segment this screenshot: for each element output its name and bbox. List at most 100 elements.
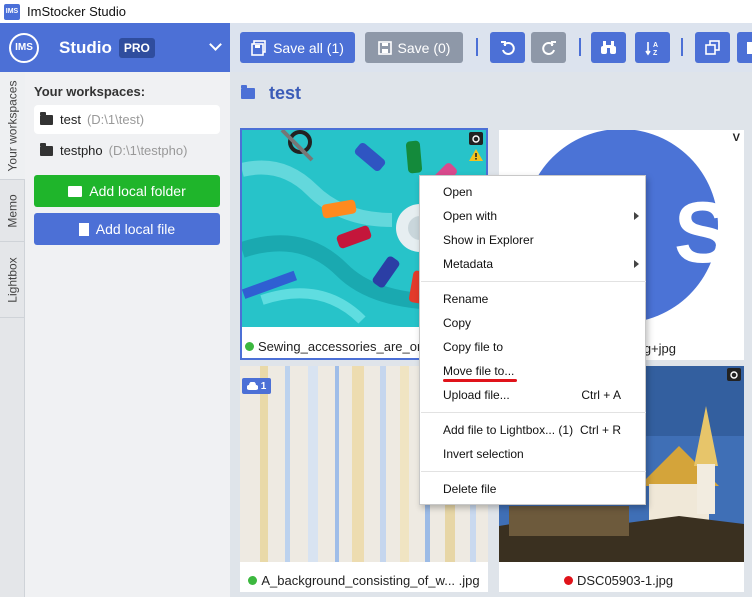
add-local-file-button[interactable]: Add local file [34,213,220,245]
tab-label: Memo [5,193,20,228]
upload-count-badge: 1 [242,378,271,394]
studio-label: Studio [59,37,112,57]
folder-icon [241,85,255,99]
menu-item-open[interactable]: Open [420,180,645,204]
sort-button[interactable]: AZ [635,32,670,63]
menu-item-label: Copy file to [443,340,504,354]
more-toolbar-button[interactable] [737,32,752,63]
redo-icon [541,40,556,55]
toolbar-divider [681,38,683,56]
app-window: IMS ImStocker Studio IMS Studio PRO Save… [0,0,752,597]
menu-item-label: Delete file [443,482,497,496]
menu-item-label: Rename [443,292,489,306]
menu-item-label: Upload file... [443,388,510,402]
submenu-arrow-icon [634,260,639,268]
save-all-button[interactable]: Save all (1) [240,32,355,63]
toolbar-divider [579,38,581,56]
file-name: A_background_consisting_of_w... .jpg [240,569,488,592]
app-icon: IMS [4,3,20,20]
camera-icon [727,368,741,381]
s-logo-letter: S [674,185,731,281]
side-tabs: Your workspaces Memo Lightbox [0,72,25,597]
highlight-underline [443,379,517,382]
workspace-name: test [60,112,81,127]
menu-item-metadata[interactable]: Metadata [420,252,645,276]
submenu-arrow-icon [634,212,639,220]
add-local-folder-button[interactable]: Add local folder [34,175,220,207]
tab-your-workspaces[interactable]: Your workspaces [0,72,25,180]
find-button[interactable] [591,32,626,63]
duplicate-button[interactable] [695,32,730,63]
workspace-item-test[interactable]: test (D:\1\test) [34,105,220,134]
redo-button[interactable] [531,32,566,63]
folder-open-icon [68,185,83,197]
folder-icon [40,142,53,156]
menu-item-rename[interactable]: Rename [420,287,645,311]
save-all-icon [251,39,266,56]
menu-item-label: Open with [443,209,498,223]
workspace-item-testpho[interactable]: testpho (D:\1\testpho) [34,136,220,165]
file-icon [747,41,752,54]
copy-icon [705,40,720,55]
undo-icon [500,40,515,55]
menu-separator [421,471,646,472]
menu-item-label: Add file to Lightbox... (1) [443,423,574,437]
file-name-text: A_background_consisting_of_w... .jpg [261,572,480,588]
save-icon [377,40,392,55]
menu-item-invert-selection[interactable]: Invert selection [420,442,645,466]
status-dot [245,342,254,351]
status-dot [248,575,258,585]
menu-item-label: Show in Explorer [443,233,534,247]
add-local-file-label: Add local file [95,221,176,237]
workspace-path: (D:\1\testpho) [108,143,188,158]
folder-icon [40,111,53,125]
file-icon [78,222,89,236]
menu-separator [421,412,646,413]
upload-count: 1 [260,380,267,392]
ims-logo: IMS [9,32,39,63]
menu-item-add-to-lightbox[interactable]: Add file to Lightbox... (1) Ctrl + R [420,418,645,442]
header: IMS Studio PRO Save all (1) Save (0) A Z [0,23,752,72]
save-button[interactable]: Save (0) [365,32,463,63]
sort-az-icon: AZ [644,41,658,56]
menu-item-delete-file[interactable]: Delete file [420,477,645,501]
menu-item-show-in-explorer[interactable]: Show in Explorer [420,228,645,252]
file-name-text: DSC05903-1.jpg [577,573,674,588]
window-title: ImStocker Studio [27,4,126,19]
breadcrumb: test [241,83,301,104]
vector-badge: V [732,132,740,144]
svg-text:Z: Z [653,50,658,56]
menu-item-label: Open [443,185,473,199]
workspaces-panel: Your workspaces: test (D:\1\test) testph… [25,72,230,597]
file-name-text: g+jpg [643,341,676,356]
workspace-path: (D:\1\test) [86,112,145,127]
add-local-folder-label: Add local folder [89,183,186,199]
status-dot [564,576,573,585]
workspaces-title: Your workspaces: [34,84,146,99]
studio-header[interactable]: IMS Studio PRO [0,23,230,72]
menu-item-label: Invert selection [443,447,524,461]
tab-memo[interactable]: Memo [0,180,25,242]
file-name-text: Sewing_accessories_are_or [258,339,422,354]
tab-lightbox[interactable]: Lightbox [0,242,25,318]
folder-title: test [269,83,302,103]
svg-text:A: A [653,42,658,49]
cloud-upload-icon [246,382,258,390]
menu-item-label: Move file to... [443,364,515,378]
warning-icon [469,149,483,161]
camera-icon [469,132,483,145]
menu-item-label: Copy [443,316,472,330]
context-menu: Open Open with Show in Explorer Metadata… [419,175,646,505]
menu-separator [421,281,646,282]
menu-item-copy[interactable]: Copy [420,311,645,335]
menu-item-copy-file-to[interactable]: Copy file to [420,335,645,359]
menu-item-open-with[interactable]: Open with [420,204,645,228]
undo-button[interactable] [490,32,525,63]
tab-label: Your workspaces [5,80,20,171]
menu-item-upload-file[interactable]: Upload file... Ctrl + A [420,383,645,407]
toolbar: Save all (1) Save (0) AZ [230,23,752,72]
workspace-name: testpho [60,143,103,158]
title-bar: IMS ImStocker Studio [0,0,752,23]
chevron-down-icon[interactable] [209,38,222,51]
toolbar-divider [476,38,478,56]
